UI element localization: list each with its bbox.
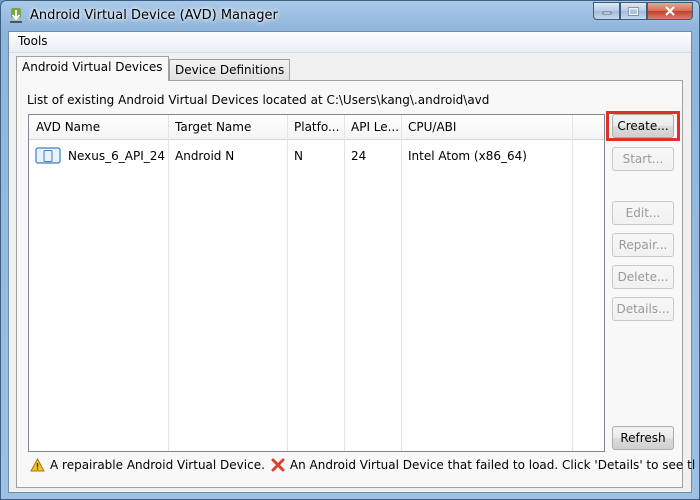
maximize-button[interactable] (620, 2, 647, 20)
column-divider (572, 115, 573, 451)
device-icon (35, 147, 61, 164)
warning-icon (30, 458, 45, 472)
avd-location-label: List of existing Android Virtual Devices… (27, 93, 490, 107)
title-bar[interactable]: Android Virtual Device (AVD) Manager (1, 1, 699, 31)
close-button[interactable] (647, 2, 693, 20)
details-button[interactable]: Details... (612, 297, 674, 321)
column-divider (168, 115, 169, 451)
cell-platform: N (294, 149, 303, 163)
delete-button[interactable]: Delete... (612, 265, 674, 289)
table-header: AVD Name Target Name Platfo... API Le...… (29, 115, 604, 140)
close-icon (665, 6, 675, 16)
start-button[interactable]: Start... (612, 147, 674, 171)
refresh-button[interactable]: Refresh (612, 426, 674, 450)
column-header-target-name[interactable]: Target Name (175, 120, 287, 134)
cell-cpu-abi: Intel Atom (x86_64) (408, 149, 527, 163)
tab-device-definitions[interactable]: Device Definitions (169, 59, 291, 81)
android-download-icon (10, 8, 22, 23)
cell-avd-name: Nexus_6_API_24 (68, 149, 165, 163)
minimize-icon (602, 11, 611, 15)
legend-error-text: An Android Virtual Device that failed to… (289, 458, 696, 472)
avd-table[interactable]: AVD Name Target Name Platfo... API Le...… (28, 114, 605, 452)
maximize-icon (628, 6, 639, 16)
menu-bar: Tools (9, 32, 691, 53)
edit-button[interactable]: Edit... (612, 201, 674, 225)
avd-manager-window: Android Virtual Device (AVD) Manager Too… (0, 0, 700, 500)
column-divider (287, 115, 288, 451)
column-header-avd-name[interactable]: AVD Name (36, 120, 166, 134)
legend: A repairable Android Virtual Device. An … (30, 458, 695, 472)
tab-android-virtual-devices[interactable]: Android Virtual Devices (16, 56, 169, 81)
legend-warning-text: A repairable Android Virtual Device. (50, 458, 265, 472)
column-header-cpu-abi[interactable]: CPU/ABI (408, 120, 568, 134)
create-button[interactable]: Create... (612, 114, 674, 138)
cell-target-name: Android N (175, 149, 235, 163)
column-header-api-level[interactable]: API Le... (351, 120, 403, 134)
minimize-button[interactable] (593, 2, 620, 20)
table-row[interactable]: Nexus_6_API_24 Android N N 24 Intel Atom… (29, 141, 604, 165)
column-divider (344, 115, 345, 451)
menu-tools[interactable]: Tools (16, 34, 50, 48)
repair-button[interactable]: Repair... (612, 233, 674, 257)
window-controls (593, 2, 693, 20)
error-icon (271, 458, 285, 472)
cell-api-level: 24 (351, 149, 367, 163)
window-title: Android Virtual Device (AVD) Manager (30, 8, 278, 23)
column-header-platform[interactable]: Platfo... (294, 120, 344, 134)
column-divider (401, 115, 402, 451)
window-client-area: Tools Android Virtual Devices Device Def… (8, 31, 695, 493)
